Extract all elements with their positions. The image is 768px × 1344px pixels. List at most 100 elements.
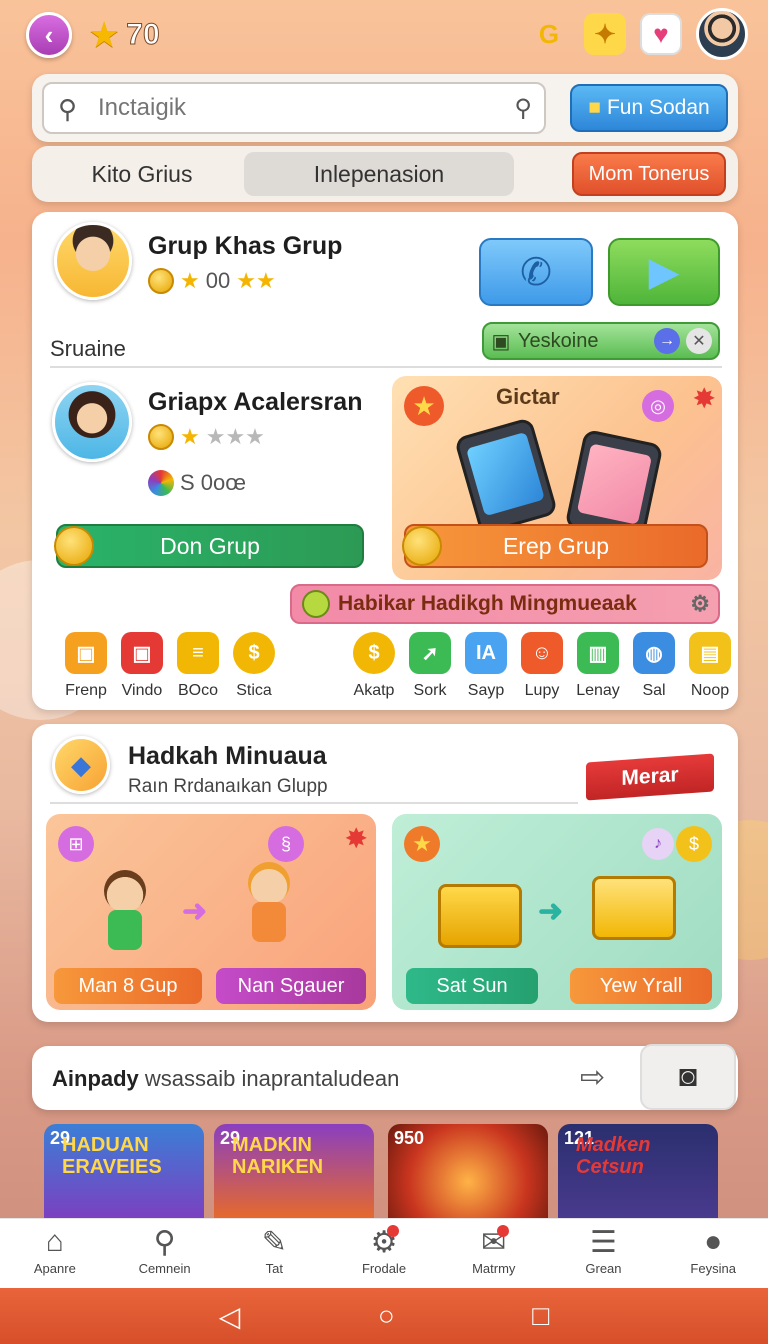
share-icon[interactable]: ⇨: [580, 1060, 605, 1095]
section-label: Sruaine: [50, 336, 126, 361]
home-icon: ⌂: [45, 1225, 64, 1258]
avatar[interactable]: [52, 382, 132, 462]
shortcut-item[interactable]: ▤ Noop: [682, 632, 738, 700]
gear-icon: ⚙: [370, 1225, 400, 1259]
ball-icon: ◍: [633, 632, 675, 674]
system-recents-icon[interactable]: □: [532, 1300, 549, 1332]
nav-item-grean[interactable]: ☰ Grean: [549, 1219, 659, 1288]
shortcut-item[interactable]: ≡ BOco: [170, 632, 226, 700]
puzzle-icon[interactable]: ✦: [584, 13, 626, 55]
tile-right-pill[interactable]: Nan Sgauer: [216, 968, 366, 1004]
shortcut-item[interactable]: ➚ Sork: [402, 632, 458, 700]
shortcut-item[interactable]: ☺ Lupy: [514, 632, 570, 700]
shortcut-label: Noop: [690, 682, 730, 699]
tab-inlepenasion[interactable]: Inlepenasion: [244, 152, 514, 196]
gold-g-icon[interactable]: G: [528, 13, 570, 55]
tile-left-pill[interactable]: Man 8 Gup: [54, 968, 202, 1004]
star-icon: ★: [404, 386, 444, 426]
activity-card: ◆ Hadkah Minuaua Raın Rrdanaıkan Glupp M…: [32, 724, 738, 1022]
join-group-button[interactable]: Don Grup: [54, 524, 364, 568]
divider: [50, 366, 722, 368]
tile-right-pill[interactable]: Yew Yrall: [570, 968, 712, 1004]
nav-item-frodale[interactable]: ⚙ Frodale: [329, 1219, 439, 1288]
gear-icon[interactable]: ⚙: [690, 591, 710, 617]
balloon-icon: ♪: [642, 828, 674, 860]
search-icon[interactable]: ⚲: [514, 94, 532, 123]
search-bar-container: ⚲ ⚲ ■ Fun Sodan: [32, 74, 738, 142]
tile-left-pill[interactable]: Sat Sun: [406, 968, 538, 1004]
gold-stack-icon: ≡: [177, 632, 219, 674]
activity-tile[interactable]: ⊞ § ✸ ➜ Man 8 Gup Nan Sgauer: [46, 814, 376, 1010]
nav-label: Frodale: [361, 1261, 407, 1276]
thumb-title: HADUAN ERAVEIES: [62, 1134, 162, 1178]
nav-item-feysina[interactable]: ● Feysina: [658, 1219, 768, 1288]
system-back-icon[interactable]: ◁: [219, 1300, 241, 1333]
tab-mom-tonerus[interactable]: Mom Tonerus: [572, 152, 726, 196]
shortcut-item[interactable]: ◍ Sal: [626, 632, 682, 700]
shortcut-item[interactable]: ▣ Vindo: [114, 632, 170, 700]
nav-item-matrmy[interactable]: ✉ Matrmy: [439, 1219, 549, 1288]
top-bar: ‹ ★ 70 G ✦ ♥: [0, 0, 768, 72]
coin-icon: $: [233, 632, 275, 674]
arrow-right-icon: ➜: [538, 895, 564, 928]
shortcut-label: Frenp: [65, 682, 107, 699]
balance-value: S 0oœ: [180, 470, 247, 495]
nav-label: Tat: [265, 1261, 283, 1276]
rating: ★ 00 ★★: [148, 268, 276, 294]
more-ribbon[interactable]: Merar: [586, 753, 714, 801]
camera-button[interactable]: ◙: [640, 1044, 736, 1110]
card-icon[interactable]: ♥: [640, 13, 682, 55]
profile-name: Grup Khas Grup: [148, 232, 343, 260]
tab-kito-grius[interactable]: Kito Grius: [42, 152, 242, 196]
girl-illustration: [234, 862, 304, 962]
shortcut-item[interactable]: $ Akatp: [346, 632, 402, 700]
close-icon[interactable]: ✕: [686, 328, 712, 354]
feed-header: Ainpady wsassaib inaprantaludean ⇨ ◙: [32, 1044, 738, 1110]
coin-icon: [148, 268, 174, 294]
feed-title-bold: Ainpady: [52, 1066, 139, 1091]
nav-label: Grean: [585, 1261, 622, 1276]
tag-pill[interactable]: ▣ Yeskoine → ✕: [482, 322, 720, 360]
join-group-label: Don Grup: [160, 532, 260, 559]
nav-item-cemnein[interactable]: ⚲ Cemnein: [110, 1219, 220, 1288]
phone-icon: ✆: [520, 251, 552, 294]
feed-thumbnail[interactable]: 29 HADUAN ERAVEIES: [44, 1124, 204, 1220]
star-icon: ★: [180, 424, 200, 449]
search-box[interactable]: ⚲ ⚲: [42, 82, 546, 134]
shortcut-item[interactable]: $ Stica: [226, 632, 282, 700]
shortcut-item[interactable]: IA Sayp: [458, 632, 514, 700]
shortcut-row-right: $ Akatp ➚ Sork IA Sayp ☺ Lupy ▥ Lenay ◍ Sal ▤ Noop: [346, 632, 738, 700]
ia-icon: IA: [465, 632, 507, 674]
fun-button[interactable]: ■ Fun Sodan: [570, 84, 728, 132]
group-card: Grup Khas Grup ★ 00 ★★ ✆ ▶ ▣ Yeskoine → …: [32, 212, 738, 710]
shortcut-label: Sal: [642, 682, 666, 699]
nav-item-tat[interactable]: ✎ Tat: [219, 1219, 329, 1288]
pencil-icon: ✎: [261, 1226, 287, 1259]
feed-thumbnail[interactable]: 121 Madken Cetsun: [558, 1124, 718, 1220]
activity-tile[interactable]: ★ ♪ $ ➜ Sat Sun Yew Yrall: [392, 814, 722, 1010]
coin-icon: $: [676, 826, 712, 862]
system-home-icon[interactable]: ○: [378, 1300, 395, 1332]
nav-item-apanre[interactable]: ⌂ Apanre: [0, 1219, 110, 1288]
play-button[interactable]: ▶: [608, 238, 720, 306]
search-input[interactable]: [98, 92, 498, 124]
back-button[interactable]: ‹: [26, 12, 72, 58]
arrow-right-icon[interactable]: →: [654, 328, 680, 354]
feed-thumbnail[interactable]: 950: [388, 1124, 548, 1220]
rating: ★ ★★★: [148, 424, 265, 450]
spotlight-icon: ✸: [692, 383, 716, 414]
announcement-banner[interactable]: Habikar Hadikgh Mingmueaak ⚙: [290, 584, 720, 624]
chest-illustration: [438, 884, 522, 948]
avatar[interactable]: [54, 222, 132, 300]
spotlight-icon: ✸: [344, 823, 368, 854]
shortcut-item[interactable]: ▥ Lenay: [570, 632, 626, 700]
call-button[interactable]: ✆: [479, 238, 593, 306]
other-group-button[interactable]: Erep Grup: [402, 524, 708, 568]
play-icon: ▶: [648, 250, 680, 294]
shortcut-item[interactable]: ▣ Frenp: [58, 632, 114, 700]
thumb-title: Madken Cetsun: [576, 1134, 651, 1178]
user-avatar[interactable]: [696, 8, 748, 60]
box-icon: ▤: [689, 632, 731, 674]
feed-thumbnail[interactable]: 29 MADKIN NARIKEN: [214, 1124, 374, 1220]
activity-logo-icon: ◆: [52, 736, 110, 794]
